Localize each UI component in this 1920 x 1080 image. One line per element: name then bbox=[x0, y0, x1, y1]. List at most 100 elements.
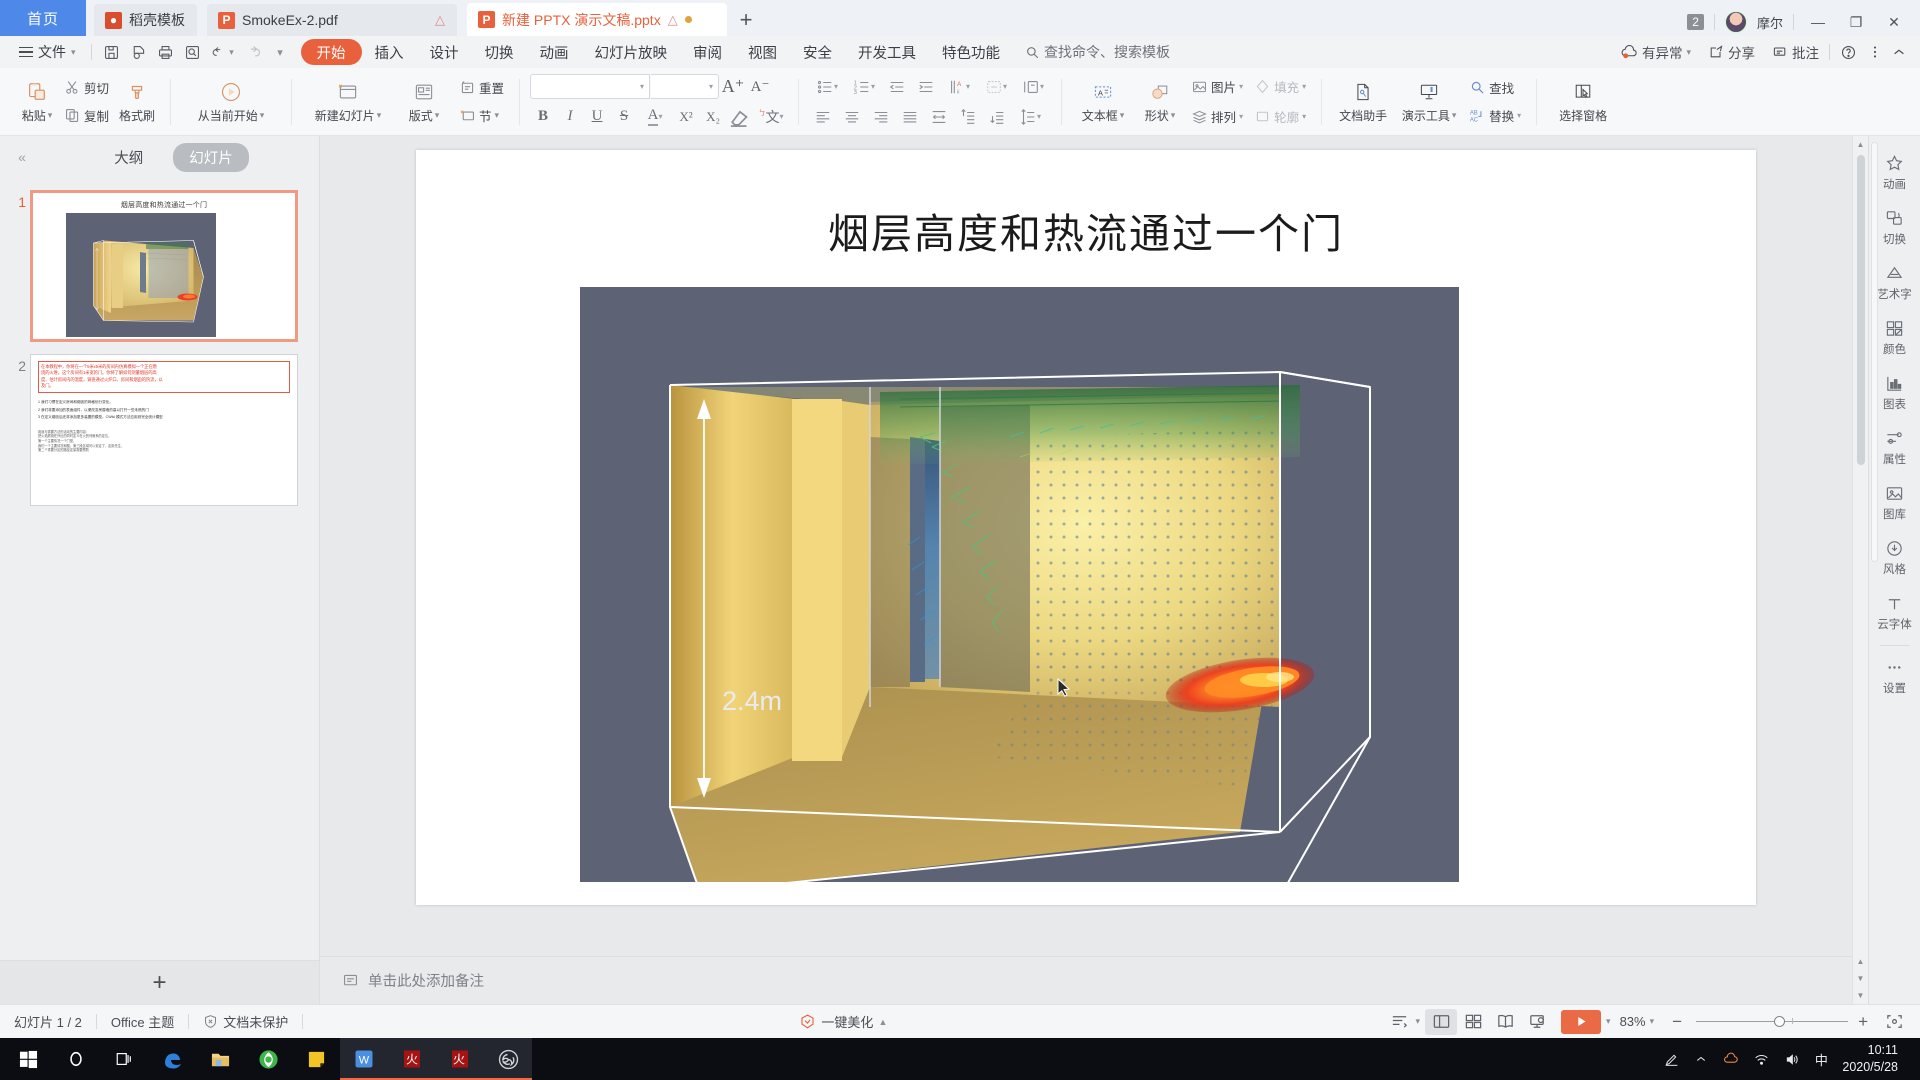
search-command-box[interactable]: 查找命令、搜索模板 bbox=[1025, 42, 1170, 62]
chevron-down-icon[interactable]: ▾ bbox=[1416, 1016, 1421, 1027]
grow-font-button[interactable]: A⁺ bbox=[720, 74, 746, 99]
text-direction-button[interactable]: Aii ▾ bbox=[941, 74, 977, 99]
slide-title[interactable]: 烟层高度和热流通过一个门 bbox=[416, 200, 1756, 260]
rail-item-properties[interactable]: 属性 bbox=[1872, 419, 1918, 474]
subscript-button[interactable]: X₂ bbox=[700, 104, 726, 129]
save-icon[interactable] bbox=[98, 39, 125, 65]
paste-button[interactable]: 粘贴 ▾ bbox=[15, 72, 59, 132]
slide-count-indicator[interactable]: 幻灯片 1 / 2 bbox=[0, 1011, 96, 1033]
font-size-input[interactable]: ▾ bbox=[651, 74, 720, 99]
customize-quick-access-icon[interactable]: ▾ bbox=[267, 39, 294, 65]
copy-button[interactable]: 复制 bbox=[59, 103, 114, 128]
user-name-label[interactable]: 摩尔 bbox=[1757, 13, 1783, 32]
wps-icon[interactable]: W bbox=[340, 1038, 388, 1080]
superscript-button[interactable]: X² bbox=[673, 104, 699, 129]
reset-button[interactable]: 重置 bbox=[454, 75, 509, 100]
print-preview-icon[interactable] bbox=[125, 39, 152, 65]
outline-view-button[interactable] bbox=[1384, 1009, 1416, 1035]
present-tools-button[interactable]: 演示工具 ▾ bbox=[1394, 72, 1464, 132]
chevron-down-icon[interactable]: ▾ bbox=[1650, 1016, 1655, 1027]
tab-outline[interactable]: 大纲 bbox=[98, 143, 159, 172]
undo-icon[interactable]: ▾ bbox=[206, 39, 240, 65]
cloud-icon[interactable] bbox=[1716, 1038, 1746, 1080]
space-before-button[interactable] bbox=[954, 104, 982, 129]
distribute-button[interactable] bbox=[925, 104, 953, 129]
find-button[interactable]: 查找 bbox=[1464, 75, 1526, 100]
show-desktop-button[interactable] bbox=[1910, 1038, 1916, 1080]
pinyin-guide-button[interactable]: ㄅ 文 ▾ bbox=[754, 104, 788, 129]
help-button[interactable] bbox=[1833, 39, 1864, 65]
align-left-button[interactable] bbox=[809, 104, 837, 129]
find-doc-icon[interactable] bbox=[179, 39, 206, 65]
arrange-button[interactable]: 排列 ▾ bbox=[1186, 104, 1248, 129]
obs-icon[interactable] bbox=[484, 1038, 532, 1080]
simulation-image[interactable]: 2.4m bbox=[580, 287, 1459, 882]
task-view-icon[interactable] bbox=[100, 1038, 148, 1080]
zoom-slider[interactable] bbox=[1696, 1016, 1849, 1027]
outline-button[interactable]: 轮廓 ▾ bbox=[1249, 104, 1311, 129]
line-spacing-button[interactable]: ▾ bbox=[1012, 104, 1048, 129]
justify-button[interactable] bbox=[896, 104, 924, 129]
theme-indicator[interactable]: Office 主题 bbox=[97, 1011, 188, 1033]
tab-design[interactable]: 设计 bbox=[417, 39, 472, 65]
file-explorer-icon[interactable] bbox=[196, 1038, 244, 1080]
scroll-down-arrow-icon[interactable]: ▼ bbox=[1853, 987, 1869, 1004]
fire-app-icon[interactable]: 火 bbox=[388, 1038, 436, 1080]
slide-canvas[interactable]: 烟层高度和热流通过一个门 2.4m bbox=[416, 150, 1756, 905]
tab-review[interactable]: 审阅 bbox=[680, 39, 735, 65]
double-chevron-left-icon[interactable]: « bbox=[8, 143, 36, 171]
share-button[interactable]: 分享 bbox=[1701, 39, 1762, 65]
presenter-view-button[interactable] bbox=[1521, 1009, 1553, 1035]
volume-icon[interactable] bbox=[1776, 1038, 1806, 1080]
scrollbar-thumb[interactable] bbox=[1856, 155, 1865, 465]
tab-developer-tools[interactable]: 开发工具 bbox=[845, 39, 929, 65]
scroll-next-slide-icon[interactable]: ▼ bbox=[1853, 970, 1869, 987]
start-slideshow-button[interactable] bbox=[1561, 1009, 1602, 1034]
ime-icon[interactable]: 中 bbox=[1806, 1038, 1836, 1080]
tab-new-pptx[interactable]: P 新建 PPTX 演示文稿.pptx △ bbox=[467, 3, 727, 36]
tab-security[interactable]: 安全 bbox=[790, 39, 845, 65]
network-icon[interactable] bbox=[1746, 1038, 1776, 1080]
font-name-input[interactable]: ▾ bbox=[530, 74, 651, 99]
start-from-current-button[interactable]: 从当前开始 ▾ bbox=[181, 72, 281, 132]
file-menu-button[interactable]: 文件 ▾ bbox=[10, 39, 85, 65]
tab-start[interactable]: 开始 bbox=[300, 39, 362, 65]
zoom-in-button[interactable]: + bbox=[1848, 1012, 1878, 1032]
print-icon[interactable] bbox=[152, 39, 179, 65]
notes-pane[interactable]: 单击此处添加备注 bbox=[320, 956, 1852, 1004]
window-count-badge[interactable]: 2 bbox=[1687, 14, 1704, 30]
tab-view[interactable]: 视图 bbox=[735, 39, 790, 65]
add-slide-footer[interactable]: + bbox=[0, 960, 319, 1004]
italic-button[interactable]: I bbox=[557, 104, 583, 129]
minimize-button[interactable]: — bbox=[1804, 11, 1832, 33]
rail-item-transition[interactable]: 切换 bbox=[1872, 199, 1918, 254]
shape-button[interactable]: 形状 ▾ bbox=[1134, 72, 1186, 132]
rail-item-settings[interactable]: 设置 bbox=[1872, 648, 1918, 703]
align-box-button[interactable]: ▾ bbox=[978, 74, 1014, 99]
decrease-indent-button[interactable] bbox=[883, 74, 911, 99]
edge-icon[interactable] bbox=[148, 1038, 196, 1080]
notes-icon[interactable] bbox=[292, 1038, 340, 1080]
zoom-out-button[interactable]: − bbox=[1664, 1012, 1690, 1032]
reading-view-button[interactable] bbox=[1489, 1009, 1521, 1035]
rail-item-color[interactable]: 颜色 bbox=[1872, 309, 1918, 364]
slide-thumbnail-1[interactable]: 烟层高度和热流通过一个门 bbox=[30, 190, 298, 342]
redo-icon[interactable] bbox=[240, 39, 267, 65]
tab-template[interactable]: ● 稻壳模板 bbox=[94, 4, 197, 36]
list-item[interactable]: 1 烟层高度和热流通过一个门 bbox=[0, 184, 319, 348]
slide-thumbnail-2[interactable]: 在本教程中，你将在一个5米x5米的房间内仿真模拟一个正在燃 烧的火堆，这个房间有… bbox=[30, 354, 298, 506]
restore-button[interactable]: ❐ bbox=[1842, 11, 1870, 33]
more-options-button[interactable] bbox=[1867, 39, 1883, 65]
align-right-button[interactable] bbox=[867, 104, 895, 129]
tab-slides[interactable]: 幻灯片 bbox=[173, 142, 249, 172]
strikethrough-button[interactable]: S bbox=[611, 104, 637, 129]
vertical-scrollbar[interactable]: ▲ ▲ ▼ ▼ bbox=[1852, 136, 1868, 1004]
beautify-button[interactable]: 一键美化 ▲ bbox=[785, 1011, 901, 1033]
rail-item-wordart[interactable]: 艺术字 bbox=[1872, 254, 1918, 309]
chevron-up-icon[interactable] bbox=[1686, 1038, 1716, 1080]
rail-item-cloud-font[interactable]: 云字体 bbox=[1872, 584, 1918, 639]
fit-to-window-button[interactable] bbox=[1878, 1009, 1910, 1035]
collapse-ribbon-button[interactable] bbox=[1886, 39, 1912, 65]
columns-button[interactable]: ▾ bbox=[1015, 74, 1051, 99]
replace-button[interactable]: AB AC 替换 ▾ bbox=[1464, 103, 1526, 128]
